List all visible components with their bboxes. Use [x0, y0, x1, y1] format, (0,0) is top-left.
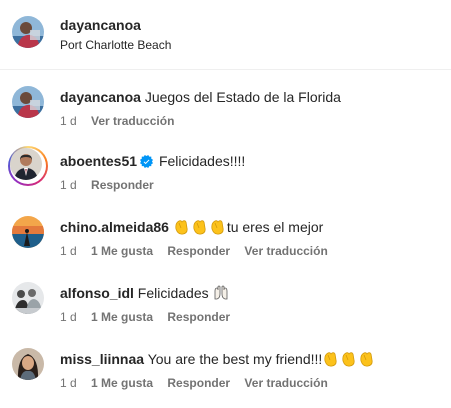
comment-time[interactable]: 1 d: [60, 244, 77, 258]
story-ring[interactable]: [8, 146, 48, 186]
likes-count[interactable]: 1 Me gusta: [91, 310, 153, 324]
verified-badge-icon: [140, 154, 154, 172]
comment-text: You are the best my friend!!!: [147, 351, 323, 367]
reply-button[interactable]: Responder: [91, 178, 154, 192]
post-author-username[interactable]: dayancanoa: [60, 17, 141, 33]
comment-body: dayancanoa Juegos del Estado de la Flori…: [60, 88, 341, 106]
reply-button[interactable]: Responder: [167, 244, 230, 258]
reply-button[interactable]: Responder: [167, 310, 230, 324]
see-translation-button[interactable]: Ver traducción: [244, 376, 327, 390]
comment-item: chino.almeida86 tu eres el mejor 1 d 1 M…: [0, 216, 451, 276]
post-location[interactable]: Port Charlotte Beach: [60, 38, 171, 52]
clapping-hands-icon: [322, 351, 376, 371]
comment-time[interactable]: 1 d: [60, 310, 77, 324]
post-header: dayancanoa Port Charlotte Beach: [0, 0, 451, 70]
comment-text: Juegos del Estado de la Florida: [144, 89, 341, 105]
comment-time[interactable]: 1 d: [60, 114, 77, 128]
comment-item: dayancanoa Juegos del Estado de la Flori…: [0, 86, 451, 146]
see-translation-button[interactable]: Ver traducción: [91, 114, 174, 128]
comment-time[interactable]: 1 d: [60, 178, 77, 192]
comment-meta: 1 d Ver traducción: [60, 114, 185, 128]
likes-count[interactable]: 1 Me gusta: [91, 244, 153, 258]
comment-username[interactable]: miss_liinnaa: [60, 351, 144, 367]
comment-username[interactable]: chino.almeida86: [60, 219, 169, 235]
comment-username[interactable]: aboentes51: [60, 153, 137, 169]
comment-text: tu eres el mejor: [226, 219, 324, 235]
reply-button[interactable]: Responder: [167, 376, 230, 390]
commenter-avatar[interactable]: [12, 216, 44, 248]
comment-username[interactable]: dayancanoa: [60, 89, 141, 105]
post-author-avatar[interactable]: [12, 16, 44, 48]
commenter-avatar[interactable]: [12, 348, 44, 380]
commenter-avatar[interactable]: [12, 86, 44, 118]
clapping-hands-icon: [173, 219, 227, 239]
comment-item: alfonso_idl Felicidades 1 d 1 Me gusta R…: [0, 282, 451, 342]
comment-item: miss_liinnaa You are the best my friend!…: [0, 348, 451, 408]
commenter-avatar[interactable]: [10, 148, 42, 180]
comment-text: Felicidades: [137, 285, 209, 301]
comment-body: aboentes51 Felicidades!!!!: [60, 152, 245, 172]
comment-meta: 1 d 1 Me gusta Responder: [60, 310, 241, 324]
comment-body: alfonso_idl Felicidades: [60, 284, 229, 305]
commenter-avatar[interactable]: [12, 282, 44, 314]
comment-meta: 1 d Responder: [60, 178, 165, 192]
comment-body: chino.almeida86 tu eres el mejor: [60, 218, 323, 239]
comment-text: Felicidades!!!!: [158, 153, 246, 169]
see-translation-button[interactable]: Ver traducción: [244, 244, 327, 258]
comment-body: miss_liinnaa You are the best my friend!…: [60, 350, 376, 371]
comment-username[interactable]: alfonso_idl: [60, 285, 134, 301]
comment-meta: 1 d 1 Me gusta Responder Ver traducción: [60, 244, 339, 258]
raising-hands-icon: [213, 285, 229, 305]
likes-count[interactable]: 1 Me gusta: [91, 376, 153, 390]
comment-time[interactable]: 1 d: [60, 376, 77, 390]
comment-item: aboentes51 Felicidades!!!! 1 d Responder: [0, 146, 451, 210]
comment-meta: 1 d 1 Me gusta Responder Ver traducción: [60, 376, 339, 390]
